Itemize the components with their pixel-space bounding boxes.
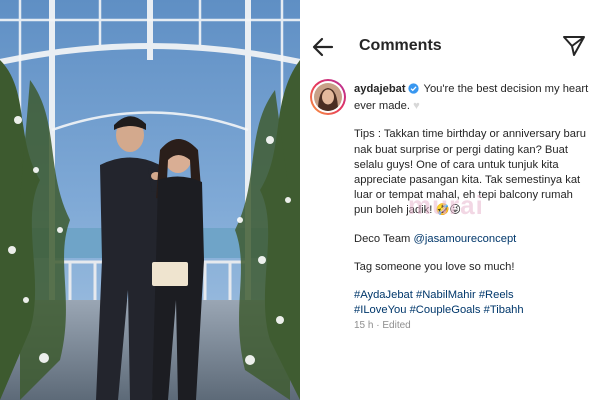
hashtag-link[interactable]: #NabilMahir [416,289,476,301]
verified-badge-icon [407,83,419,99]
post-photo [0,0,300,400]
deco-credit: Deco Team @jasamoureconcept [354,232,592,247]
meta-separator: · [376,320,380,332]
back-arrow-icon[interactable] [310,34,336,60]
tag-line: Tag someone you love so much! [354,260,515,273]
hashtag-link[interactable]: #AydaJebat [354,289,413,301]
comment-username[interactable]: aydajebat [354,83,406,95]
avatar[interactable] [310,79,346,115]
hashtag-link[interactable]: #Tibahh [484,304,524,316]
comment-meta: 15 h · Edited [354,318,592,333]
hashtag-link[interactable]: #Reels [479,289,514,301]
comments-panel: Comments aydajebat You're the best decis… [300,0,600,400]
page-title: Comments [359,37,442,54]
send-icon[interactable] [562,35,586,57]
comments-header: Comments [300,0,600,92]
tips-paragraph: Tips : Takkan time birthday or anniversa… [354,127,592,218]
deco-label: Deco Team [354,232,411,245]
white-heart-icon: ♥ [413,100,420,113]
hashtag-link[interactable]: #ILoveYou [354,304,406,316]
comment-caption: aydajebat You're the best decision my he… [354,82,592,114]
laughing-emoji: 🤣😜 [435,204,462,217]
hashtags: #AydaJebat #NabilMahir #Reels #ILoveYou … [354,288,592,318]
hashtag-link[interactable]: #CoupleGoals [410,304,481,316]
tips-text: Tips : Takkan time birthday or anniversa… [354,128,586,217]
deco-mention-link[interactable]: @jasamoureconcept [414,233,517,245]
comment-body: aydajebat You're the best decision my he… [354,82,592,334]
comment-time: 15 h [354,320,374,332]
edited-label[interactable]: Edited [382,320,410,331]
